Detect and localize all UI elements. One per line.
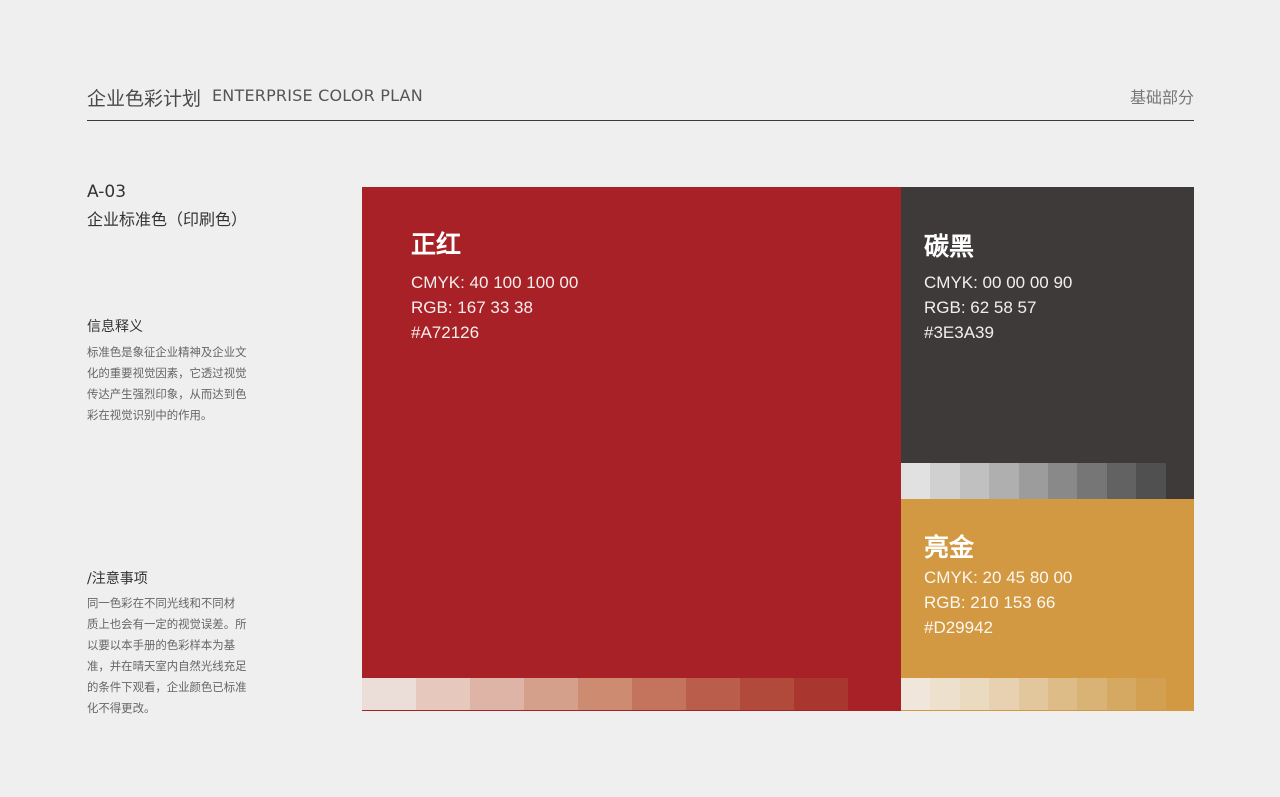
color-name-gold: 亮金	[924, 533, 975, 562]
info-line: 彩在视觉识别中的作用。	[87, 408, 213, 422]
color-hex-black: #3E3A39	[924, 323, 994, 342]
page-code: A-03	[87, 182, 127, 202]
tint-swatch	[524, 678, 578, 710]
info-line: 化的重要视觉因素，它透过视觉	[87, 366, 247, 380]
tint-swatch	[632, 678, 686, 710]
info-title: 信息释义	[87, 319, 143, 335]
info-line: 传达产生强烈印象，从而达到色	[87, 387, 247, 401]
tint-swatch	[989, 463, 1019, 499]
color-name-black: 碳黑	[924, 232, 975, 261]
header-title-cn: 企业色彩计划	[87, 88, 202, 110]
header-title-en: ENTERPRISE COLOR PLAN	[212, 86, 423, 105]
color-name-red: 正红	[411, 230, 462, 259]
notes-body: 同一色彩在不同光线和不同材 质上也会有一定的视觉误差。所 以要以本手册的色彩样本…	[87, 593, 267, 719]
tint-swatch	[930, 678, 960, 710]
tint-swatch	[1106, 678, 1137, 710]
header-section: 基础部分	[1129, 88, 1194, 107]
tint-swatch	[1136, 463, 1166, 499]
color-rgb-gold: RGB: 210 153 66	[924, 593, 1056, 612]
notes-line: 化不得更改。	[87, 701, 156, 715]
tint-swatch	[930, 463, 960, 499]
tint-swatch	[794, 678, 848, 710]
tint-swatch	[416, 678, 470, 710]
tint-swatch	[470, 678, 524, 710]
tint-swatch	[1106, 463, 1137, 499]
color-cmyk-red: CMYK: 40 100 100 00	[411, 273, 579, 292]
color-hex-gold: #D29942	[924, 618, 994, 637]
color-rgb-red: RGB: 167 33 38	[411, 298, 533, 317]
info-body: 标准色是象征企业精神及企业文 化的重要视觉因素，它透过视觉 传达产生强烈印象，从…	[87, 342, 267, 426]
color-cmyk-black: CMYK: 00 00 00 90	[924, 273, 1073, 292]
color-block-red: 正红 CMYK: 40 100 100 00 RGB: 167 33 38 #A…	[362, 187, 901, 711]
info-line: 标准色是象征企业精神及企业文	[87, 345, 247, 359]
tint-row-black	[901, 463, 1166, 499]
tint-swatch	[959, 678, 990, 710]
tint-swatch	[1047, 678, 1078, 710]
color-block-black: 碳黑 CMYK: 00 00 00 90 RGB: 62 58 57 #3E3A…	[901, 187, 1194, 499]
tint-swatch	[901, 678, 931, 710]
page-subtitle: 企业标准色（印刷色）	[87, 210, 248, 229]
tint-swatch	[1047, 463, 1078, 499]
tint-swatch	[362, 678, 416, 710]
page-header: 企业色彩计划 ENTERPRISE COLOR PLAN 基础部分	[87, 82, 1194, 121]
tint-swatch	[1018, 678, 1048, 710]
tint-swatch	[959, 463, 990, 499]
notes-line: 的条件下观看，企业颜色已标准	[87, 680, 247, 694]
color-hex-red: #A72126	[411, 323, 480, 342]
tint-row-gold	[901, 678, 1166, 710]
notes-line: 准，并在晴天室内自然光线充足	[87, 659, 247, 673]
tint-swatch	[740, 678, 794, 710]
color-cmyk-gold: CMYK: 20 45 80 00	[924, 568, 1073, 587]
notes-line: 质上也会有一定的视觉误差。所	[87, 617, 247, 631]
tint-swatch	[989, 678, 1019, 710]
tint-swatch	[1077, 678, 1107, 710]
tint-swatch	[901, 463, 931, 499]
tint-swatch	[686, 678, 740, 710]
tint-swatch	[1018, 463, 1048, 499]
tint-swatch	[1136, 678, 1166, 710]
notes-line: 以要以本手册的色彩样本为基	[87, 638, 236, 652]
notes-title: /注意事项	[87, 571, 148, 587]
tint-swatch	[578, 678, 632, 710]
notes-line: 同一色彩在不同光线和不同材	[87, 596, 236, 610]
tint-swatch	[1077, 463, 1107, 499]
color-rgb-black: RGB: 62 58 57	[924, 298, 1037, 317]
tint-row-red	[362, 678, 848, 710]
